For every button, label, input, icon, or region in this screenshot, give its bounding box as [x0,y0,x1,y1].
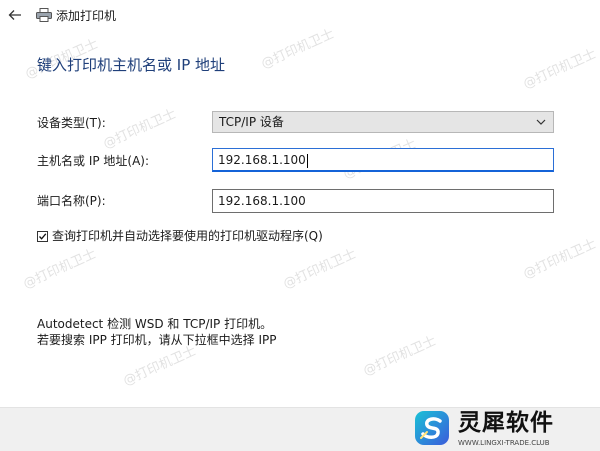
query-printer-checkbox-label: 查询打印机并自动选择要使用的打印机驱动程序(Q) [52,229,323,243]
device-type-label: 设备类型(T): [37,116,106,130]
printer-icon [36,8,52,22]
watermark: @打印机卫士 [281,246,359,293]
watermark: @打印机卫士 [521,46,599,93]
port-name-label: 端口名称(P): [37,194,106,208]
checkmark-icon [39,232,47,240]
window-title: 添加打印机 [56,9,117,23]
watermark: @打印机卫士 [521,236,599,283]
brand-name: 灵犀软件 [458,410,554,436]
hostname-input[interactable]: 192.168.1.100 [212,148,554,172]
brand-logo-icon [415,411,449,445]
port-name-value: 192.168.1.100 [218,194,306,208]
watermark: @打印机卫士 [101,106,179,153]
watermark: @打印机卫士 [21,246,99,293]
page-heading: 键入打印机主机名或 IP 地址 [37,56,226,74]
hostname-label: 主机名或 IP 地址(A): [37,154,150,168]
brand-logo: 灵犀软件 WWW.LINGXI-TRADE.CLUB [414,408,600,450]
query-printer-checkbox[interactable] [37,230,48,242]
back-arrow-icon [8,10,21,20]
text-caret [306,153,308,168]
info-line-ipp: 若要搜索 IPP 打印机，请从下拉框中选择 IPP [37,333,277,347]
query-printer-checkbox-row[interactable]: 查询打印机并自动选择要使用的打印机驱动程序(Q) [37,228,323,244]
title-bar: 添加打印机 [0,0,600,32]
back-button[interactable] [6,6,24,24]
device-type-dropdown[interactable]: TCP/IP 设备 [212,111,554,133]
info-line-autodetect: Autodetect 检测 WSD 和 TCP/IP 打印机。 [37,317,273,331]
chevron-down-icon [535,112,547,132]
port-name-input[interactable]: 192.168.1.100 [212,189,554,213]
watermark: @打印机卫士 [361,333,439,380]
device-type-value: TCP/IP 设备 [219,115,284,129]
hostname-value: 192.168.1.100 [218,153,306,167]
brand-url: WWW.LINGXI-TRADE.CLUB [458,439,550,447]
